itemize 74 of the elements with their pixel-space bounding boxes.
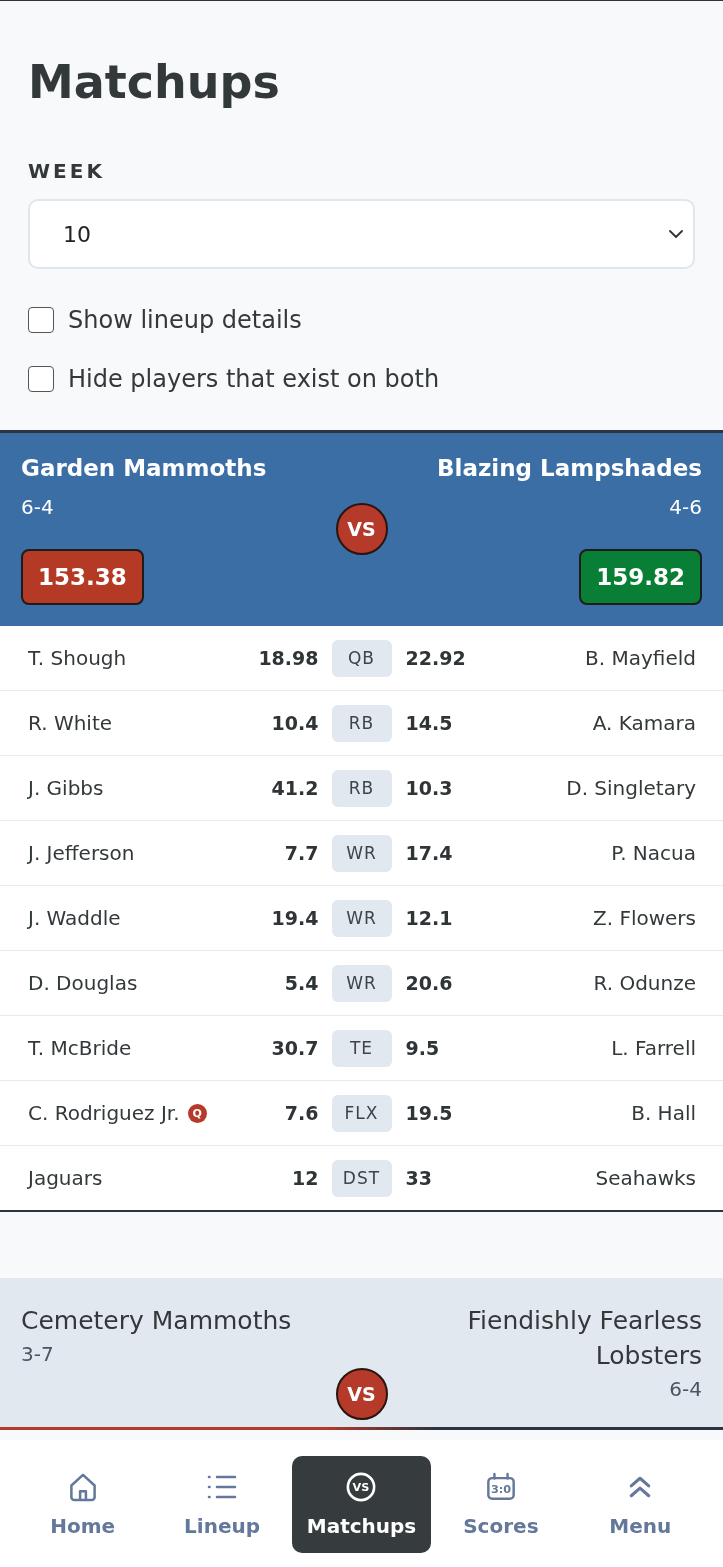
player-points: 14.5 (405, 712, 453, 735)
team-score: 159.82 (579, 549, 702, 606)
position-badge: WR (331, 964, 392, 1002)
team-name: Garden Mammoths (21, 454, 267, 484)
team-record: 3-7 (21, 1342, 54, 1367)
player-points: 5.4 (284, 972, 319, 995)
week-label: WEEK (28, 159, 105, 184)
position-badge: FLX (331, 1094, 392, 1132)
week-select[interactable]: 10 (28, 199, 695, 270)
team-record: 6-4 (21, 495, 54, 520)
player-name: L. Farrell (611, 1036, 696, 1061)
injury-status-badge: Q (187, 1103, 207, 1123)
player-name: D. Singletary (566, 776, 696, 801)
player-name: J. Jefferson (28, 841, 135, 866)
player-name: T. McBride (28, 1036, 132, 1061)
player-points: 17.4 (405, 842, 453, 865)
player-points: 10.3 (405, 777, 453, 800)
position-badge: RB (331, 769, 392, 807)
player-name: R. Odunze (593, 971, 696, 996)
player-points: 7.6 (284, 1102, 319, 1125)
player-name: B. Hall (631, 1101, 696, 1126)
player-points: 7.7 (284, 842, 319, 865)
nav-tab[interactable]: Lineup (152, 1456, 292, 1553)
vs-badge: VS (335, 1368, 388, 1421)
player-points: 19.5 (405, 1102, 453, 1125)
position-badge: QB (331, 639, 392, 677)
player-points: 30.7 (271, 1037, 319, 1060)
caret-icon (669, 230, 683, 239)
position-badge: WR (331, 834, 392, 872)
team-score: 153.38 (21, 549, 144, 606)
player-points: 18.98 (258, 647, 319, 670)
player-points: 33 (405, 1167, 432, 1190)
player-points: 9.5 (405, 1037, 440, 1060)
player-name: R. White (28, 711, 113, 736)
player-name: J. Waddle (28, 906, 121, 931)
player-points: 12 (292, 1167, 319, 1190)
player-name: T. Shough (28, 646, 127, 671)
player-name: D. Douglas (28, 971, 138, 996)
checkbox[interactable] (28, 307, 54, 334)
player-name: Z. Flowers (592, 906, 696, 931)
player-points: 19.4 (271, 907, 319, 930)
player-name: A. Kamara (592, 711, 696, 736)
player-points: 41.2 (271, 777, 319, 800)
double-chevron-up-icon (628, 1475, 653, 1499)
player-name: B. Mayfield (585, 646, 696, 671)
nav-tab[interactable]: 3:0 Scores (431, 1456, 571, 1553)
player-points: 20.6 (405, 972, 453, 995)
position-badge: DST (331, 1159, 392, 1197)
nav-tab[interactable]: Home (13, 1456, 153, 1553)
player-name: J. Gibbs (28, 776, 104, 801)
checkbox-label: Show lineup details (68, 305, 302, 336)
vs-badge: VS (335, 502, 388, 555)
player-points: 22.92 (405, 647, 466, 670)
player-name: P. Nacua (611, 841, 696, 866)
player-name: Jaguars (28, 1166, 103, 1191)
position-badge: RB (331, 704, 392, 742)
team-name: Blazing Lampshades (437, 454, 702, 484)
checkbox[interactable] (28, 366, 54, 393)
player-name: C. Rodriguez Jr. (28, 1101, 180, 1126)
vs-icon: VS (346, 1472, 377, 1502)
position-badge: TE (331, 1029, 392, 1067)
nav-tab[interactable]: VS Matchups (291, 1456, 432, 1553)
nav-tab[interactable]: Menu (570, 1456, 710, 1553)
player-points: 10.4 (271, 712, 319, 735)
team-name: Cemetery Mammoths (21, 1305, 292, 1338)
team-record: 4-6 (669, 495, 702, 520)
team-record: 6-4 (669, 1377, 702, 1402)
page-title: Matchups (28, 55, 280, 111)
house-icon (67, 1472, 98, 1502)
checkbox-label: Hide players that exist on both (68, 364, 440, 395)
position-badge: WR (331, 899, 392, 937)
player-name: Seahawks (595, 1166, 696, 1191)
team-name: Fiendishly Fearless Lobsters (466, 1305, 702, 1373)
player-points: 12.1 (405, 907, 453, 930)
